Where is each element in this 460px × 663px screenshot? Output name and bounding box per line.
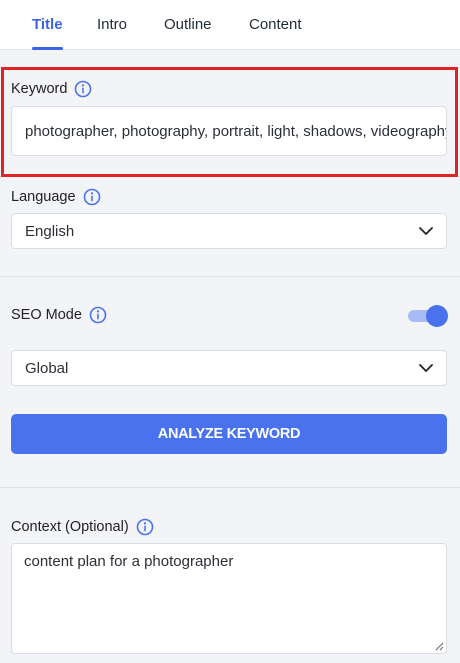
seo-mode-selected-value: Global xyxy=(25,359,69,377)
section-divider xyxy=(0,487,460,488)
seo-mode-label: SEO Mode xyxy=(11,307,82,323)
tab-title[interactable]: Title xyxy=(32,16,63,50)
seo-mode-select[interactable]: Global xyxy=(11,350,447,386)
toggle-knob xyxy=(426,305,448,327)
chevron-down-icon xyxy=(419,227,433,235)
keyword-input[interactable]: photographer, photography, portrait, lig… xyxy=(11,106,447,156)
tab-outline[interactable]: Outline xyxy=(164,16,212,50)
context-label-row: Context (Optional) xyxy=(11,518,154,536)
seo-mode-label-row: SEO Mode xyxy=(11,306,107,324)
language-label: Language xyxy=(11,189,76,205)
seo-mode-toggle[interactable] xyxy=(408,305,448,327)
context-textarea-value: content plan for a photographer xyxy=(24,553,234,570)
info-icon[interactable] xyxy=(83,188,101,206)
language-selected-value: English xyxy=(25,222,75,240)
resize-handle-icon[interactable] xyxy=(434,641,444,651)
analyze-keyword-button[interactable]: ANALYZE KEYWORD xyxy=(11,414,447,454)
info-icon[interactable] xyxy=(89,306,107,324)
section-divider xyxy=(0,276,460,277)
tab-intro[interactable]: Intro xyxy=(97,16,127,50)
context-textarea[interactable]: content plan for a photographer xyxy=(11,543,447,654)
keyword-input-value: photographer, photography, portrait, lig… xyxy=(25,122,447,140)
info-icon[interactable] xyxy=(136,518,154,536)
tab-content[interactable]: Content xyxy=(249,16,302,50)
context-label: Context (Optional) xyxy=(11,519,129,535)
tab-bar: Title Intro Outline Content xyxy=(0,0,460,50)
language-label-row: Language xyxy=(11,188,101,206)
language-select[interactable]: English xyxy=(11,213,447,249)
keyword-label-row: Keyword xyxy=(11,80,92,98)
info-icon[interactable] xyxy=(74,80,92,98)
chevron-down-icon xyxy=(419,364,433,372)
keyword-label: Keyword xyxy=(11,81,68,97)
